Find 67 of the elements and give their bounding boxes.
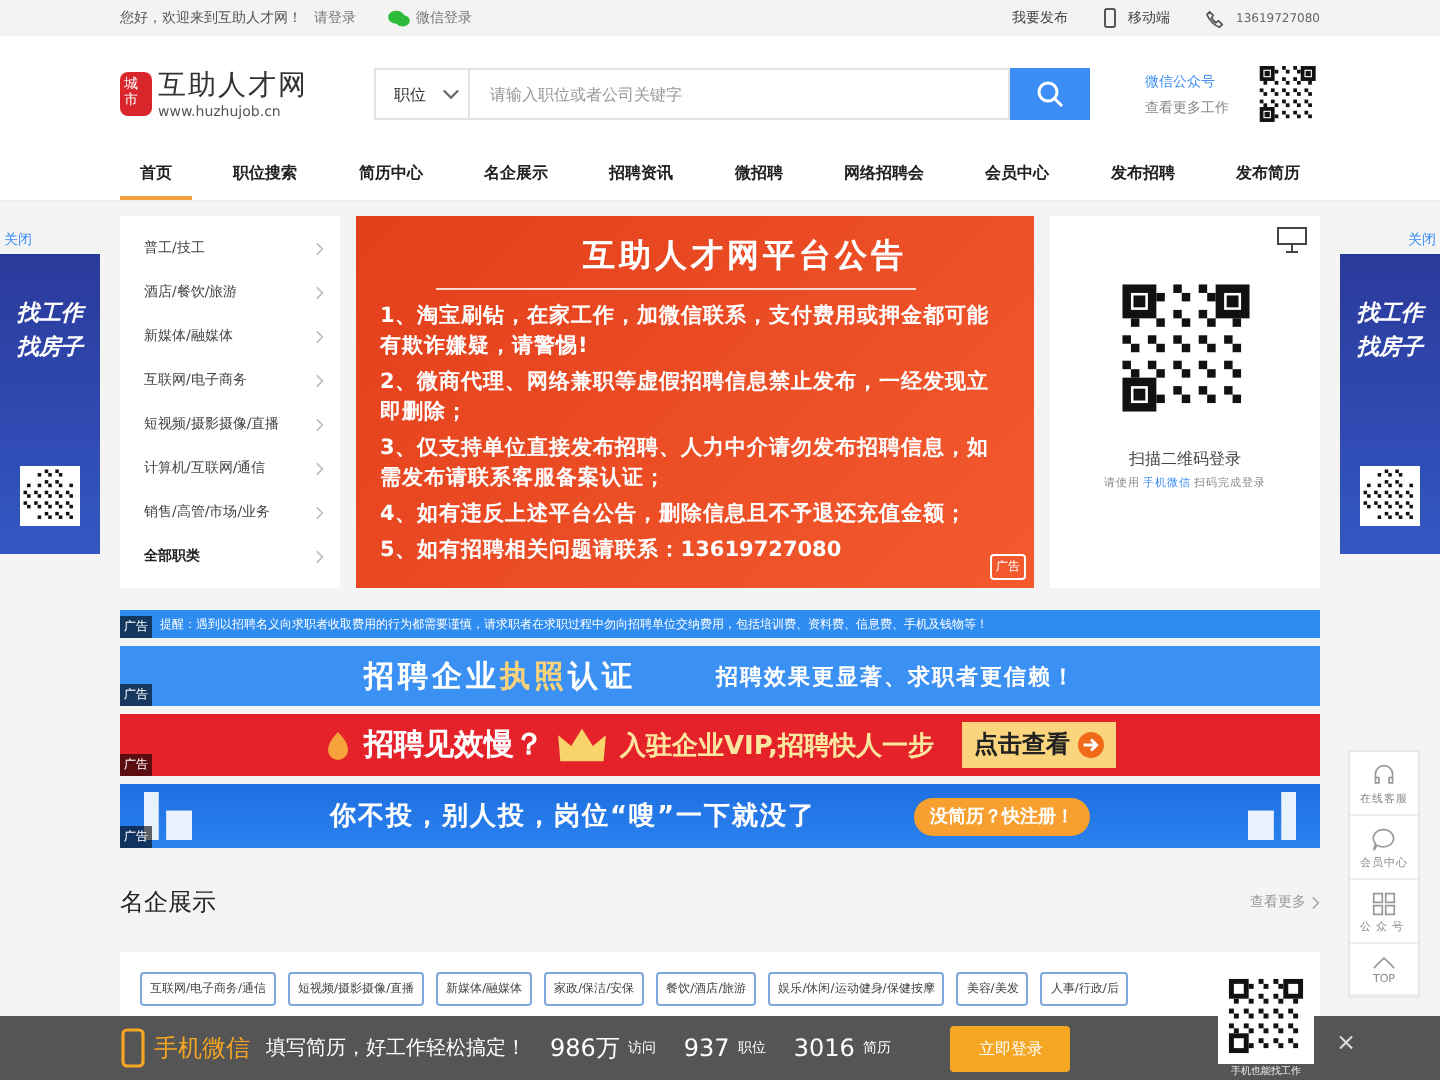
nav-tab[interactable]: 微招聘 <box>714 152 803 200</box>
buildings-icon <box>144 792 192 840</box>
nav-tab[interactable]: 简历中心 <box>338 152 443 200</box>
nav-tab[interactable]: 发布招聘 <box>1090 152 1195 200</box>
chat-icon <box>1372 828 1396 852</box>
chevron-right-icon <box>316 329 324 343</box>
wechat-icon <box>388 9 410 27</box>
banner-slogan: 招聘效果更显著、求职者更信赖！ <box>716 661 1076 691</box>
banner-headline: 你不投，别人投，岗位“嗖”一下就没了 <box>329 800 817 834</box>
qr-login-title: 扫描二维码登录 <box>1129 448 1241 470</box>
announcement-item: 2、微商代理、网络兼职等虚假招聘信息禁止发布，一经发现立即删除； <box>380 368 991 428</box>
chevron-right-icon <box>316 373 324 387</box>
nav-tab[interactable]: 网络招聘会 <box>823 152 944 200</box>
nav-tab[interactable]: 职位搜索 <box>213 152 318 200</box>
buildings-icon <box>1248 792 1296 840</box>
ad-headline: 找房子 <box>1357 332 1423 362</box>
arrow-up-icon <box>1372 956 1396 970</box>
phone-icon <box>1206 9 1224 27</box>
chevron-right-icon <box>316 461 324 475</box>
headset-icon <box>1372 764 1396 788</box>
nav-tab[interactable]: 发布简历 <box>1215 152 1320 200</box>
nav-tab[interactable]: 名企展示 <box>463 152 568 200</box>
qr-code-icon <box>1360 466 1420 526</box>
search-button[interactable] <box>1010 68 1091 120</box>
nav-tab[interactable]: 招聘资讯 <box>589 152 694 200</box>
side-ad-banner[interactable]: 找工作 找房子 <box>0 254 100 554</box>
crown-icon <box>556 725 608 765</box>
mobile-phone-icon <box>120 1028 146 1068</box>
bottom-brand: 手机微信 <box>154 1031 250 1065</box>
banner-slogan: 入驻企业VIP,招聘快人一步 <box>620 729 934 763</box>
view-button[interactable]: 点击查看 <box>961 722 1116 768</box>
side-ad-banner[interactable]: 找工作 找房子 <box>1340 254 1440 554</box>
ad-headline: 找房子 <box>17 332 83 362</box>
qr-code-icon <box>20 466 80 526</box>
ad-headline: 找工作 <box>17 298 83 328</box>
ad-headline: 找工作 <box>1357 298 1423 328</box>
announcement-item: 3、仅支持单位直接发布招聘、人力中介请勿发布招聘信息，如需发布请联系客服备案认证； <box>380 434 991 494</box>
mobile-phone-icon <box>1104 8 1116 28</box>
nav-tab[interactable]: 会员中心 <box>965 152 1070 200</box>
bottom-slogan: 填写简历，好工作轻松搞定！ <box>266 1035 526 1062</box>
caret-icon <box>441 88 460 100</box>
computer-icon[interactable] <box>1276 226 1308 254</box>
announcement-item: 4、如有违反上述平台公告，删除信息且不予退还充值金额； <box>380 500 969 530</box>
chevron-right-icon <box>316 285 324 299</box>
section-title: 名企展示 <box>120 885 216 919</box>
chevron-right-icon <box>1312 895 1320 909</box>
qr-code-icon <box>1372 892 1396 916</box>
stat-value: 986万 <box>550 1031 620 1065</box>
close-button[interactable]: × <box>1335 1028 1356 1056</box>
banner-headline: 招聘企业执照认证 <box>364 657 636 695</box>
qr-code-icon <box>1256 62 1320 126</box>
chevron-right-icon <box>316 549 324 563</box>
announcement-item: 1、淘宝刷钻，在家工作，加微信联系，支付费用或押金都可能有欺诈嫌疑，请警惕! <box>380 302 991 362</box>
stat-value: 937 <box>683 1034 730 1062</box>
logo-title: 互助人才网 <box>158 68 308 104</box>
chevron-right-icon <box>316 417 324 431</box>
banner-headline: 招聘见效慢？ <box>364 726 544 764</box>
search-field[interactable]: 请输入职位或者公司关键字 <box>469 68 1011 120</box>
stat-value: 3016 <box>793 1034 855 1062</box>
chevron-right-icon <box>316 241 324 255</box>
nav-tab[interactable]: 首页 <box>120 152 192 200</box>
announcement-title: 互助人才网平台公告 <box>581 236 909 278</box>
search-icon <box>1036 80 1065 108</box>
chevron-right-icon <box>316 505 324 519</box>
arrow-right-icon <box>1077 732 1104 758</box>
flame-icon <box>324 729 352 761</box>
category-dropdown[interactable]: 职位 <box>373 68 470 120</box>
